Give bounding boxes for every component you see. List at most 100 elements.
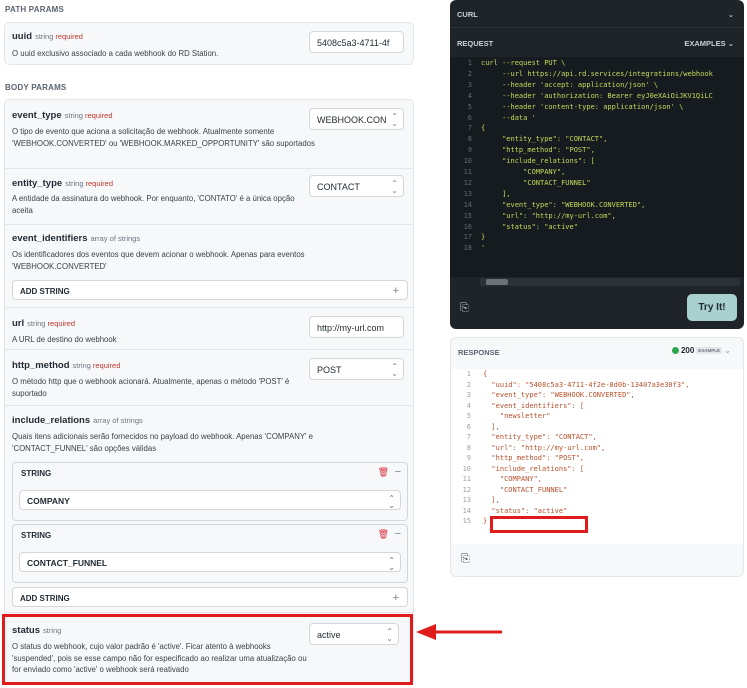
line-number: 15 [462,517,471,525]
chevron-updown-icon: ⌃ ⌄ [388,494,395,510]
array-item-select[interactable]: CONTACT_FUNNEL ⌃ ⌄ [19,552,401,572]
param-description: O uuid exclusivo associado a cada webhoo… [12,49,219,58]
code-line: 7{ [450,123,485,133]
code-line: 14 "status": "active" [451,506,568,517]
line-number: 4 [466,401,471,410]
trash-icon[interactable]: 🗑 [378,467,389,478]
param-name: event_identifiers [12,233,88,244]
status-highlight-box [2,614,413,685]
line-number: 1 [466,370,471,378]
line-number: 10 [462,464,471,473]
code-line: 6 ], [451,422,500,433]
event-type-select[interactable]: WEBHOOK.CON ⌃ ⌄ [309,108,404,130]
code-text: --header 'authorization: Bearer eyJ0eXAi… [481,91,713,100]
code-line: 4 --header 'authorization: Bearer eyJ0eX… [450,91,713,101]
code-text: "entity_type": "CONTACT", [483,433,597,441]
param-name: event_type [12,110,62,121]
param-description: Os identificadores dos eventos que devem… [12,250,305,271]
code-text: "COMPANY", [481,168,566,176]
url-input[interactable]: http://my-url.com [309,316,404,338]
horizontal-scrollbar[interactable] [480,278,740,286]
code-line: 10 "include_relations": [ [450,156,595,166]
url-param: url string required A URL de destino do we… [5,307,413,349]
try-it-button[interactable]: Try It! [687,294,737,321]
param-type: string [64,111,83,120]
param-name: entity_type [12,178,63,189]
param-type: string [27,319,46,328]
line-number: 11 [462,475,471,483]
code-text: "include_relations": [ [483,464,585,473]
code-text: "newsletter" [483,412,551,420]
code-line: 6 --data ' [450,113,536,123]
code-line: 15} [451,516,488,527]
code-line: 9 "http_method": "POST", [451,453,584,464]
line-number: 8 [466,443,471,452]
highlight-arrow [416,624,502,640]
line-number: 7 [467,124,472,133]
code-line: 15 "url": "http://my-url.com", [450,211,616,221]
scrollbar-thumb[interactable] [486,279,508,285]
add-string-button[interactable]: ADD STRING + [12,280,408,300]
line-number: 11 [463,168,472,176]
code-text: --data ' [481,113,536,122]
clipboard-icon[interactable]: ⎘ [460,302,469,315]
array-item-select[interactable]: COMPANY ⌃ ⌄ [19,490,401,510]
code-line: 13 ], [451,495,500,506]
code-text: "event_identifiers": [ [483,401,585,410]
clipboard-icon[interactable]: ⎘ [461,553,470,566]
param-name: http_method [12,360,70,371]
plus-icon: + [392,592,399,604]
select-value: WEBHOOK.CON [317,115,387,125]
status-code: 200 [680,346,695,355]
line-number: 9 [467,146,472,155]
code-line: 9 "http_method": "POST", [450,145,595,155]
code-text: "url": "http://my-url.com", [481,211,616,220]
entity-type-select[interactable]: CONTACT ⌃ ⌄ [309,175,404,197]
collapse-icon[interactable]: − [395,466,401,478]
collapse-icon[interactable]: − [395,528,401,540]
param-required: required [85,179,114,188]
line-number: 3 [466,391,471,399]
array-item: STRING 🗑 − CONTACT_FUNNEL ⌃ ⌄ [12,524,408,583]
code-line: 18 ' [450,243,486,253]
param-type: string [65,179,84,188]
param-required: required [92,361,121,370]
code-text: "url": "http://my-url.com", [483,443,606,452]
chevron-down-icon[interactable]: ⌄ [728,10,734,19]
code-text: "http_method": "POST", [483,454,585,462]
code-text: curl --request PUT \ [481,59,566,67]
code-line: 8 "url": "http://my-url.com", [451,443,605,454]
line-number: 18 [463,244,472,253]
trash-icon[interactable]: 🗑 [378,529,389,540]
line-number: 6 [466,422,471,431]
line-number: 5 [466,412,471,420]
uuid-param: uuid string required O uuid exclusivo asso… [4,22,414,65]
code-text: } [483,517,488,525]
add-string-button[interactable]: ADD STRING + [12,587,408,607]
array-item-label: STRING [21,531,52,540]
code-text: { [481,124,486,133]
code-text: "entity_type": "CONTACT", [481,135,608,144]
code-line: 16 "status": "active" [450,222,578,232]
code-text: "status": "active" [483,506,568,515]
chevron-updown-icon: ⌃ ⌄ [391,179,398,195]
code-line: 11 "COMPANY", [450,167,566,177]
include-relations-param: include_relations array of strings Quais … [5,405,413,612]
uuid-input[interactable]: 5408c5a3-4711-4f [309,31,404,53]
code-line: 1 curl --request PUT \ [450,58,566,68]
event-identifiers-param: event_identifiers array of strings Os ide… [5,224,413,307]
response-status[interactable]: 200 EXAMPLE ⌄ [671,346,731,355]
request-code-block[interactable]: 1 curl --request PUT \ 2 --url https://api… [450,57,744,277]
http-method-select[interactable]: POST ⌃ ⌄ [309,358,404,380]
code-text: "event_type": "WEBHOOK.CONVERTED", [481,200,646,209]
examples-dropdown[interactable]: EXAMPLES ⌄ [684,39,734,48]
select-value: CONTACT [317,182,360,192]
param-type: string [35,32,54,41]
code-text: "CONTACT_FUNNEL" [483,485,568,494]
array-item: STRING 🗑 − COMPANY ⌃ ⌄ [12,462,408,521]
code-line: 12 "CONTACT_FUNNEL" [451,485,568,496]
chevron-updown-icon: ⌃ ⌄ [391,362,398,378]
param-required: required [47,319,76,328]
line-number: 2 [466,380,471,389]
line-number: 14 [462,506,471,515]
